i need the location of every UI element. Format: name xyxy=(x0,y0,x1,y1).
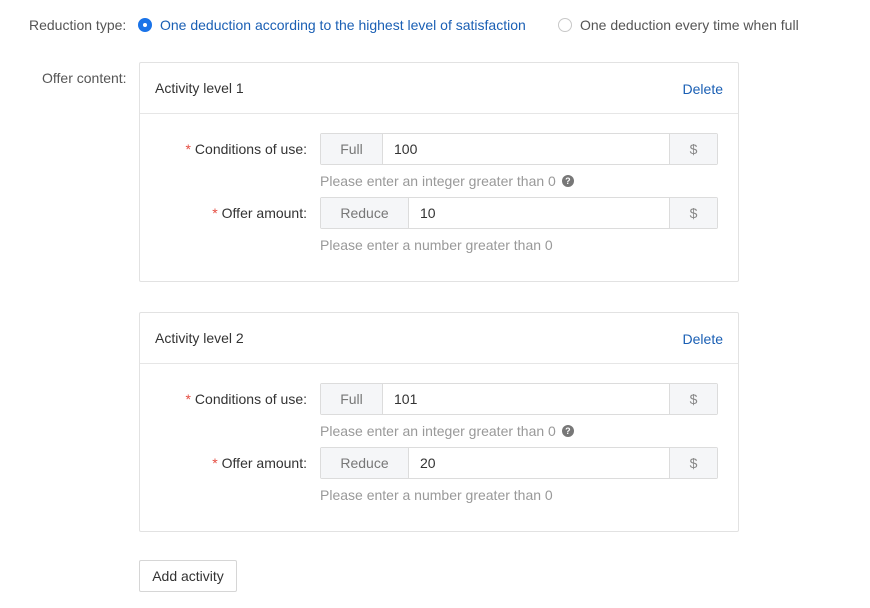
offer-amount-input-group: Reduce $ xyxy=(320,197,718,229)
conditions-of-use-input[interactable] xyxy=(383,134,669,164)
conditions-of-use-input[interactable] xyxy=(383,384,669,414)
conditions-of-use-input-group: Full $ xyxy=(320,133,718,165)
delete-level-button[interactable]: Delete xyxy=(683,331,723,347)
offer-amount-input-group: Reduce $ xyxy=(320,447,718,479)
offer-amount-hint: Please enter a number greater than 0 xyxy=(320,487,553,503)
dollar-suffix: $ xyxy=(669,448,717,478)
add-activity-button[interactable]: Add activity xyxy=(139,560,237,592)
radio-highest-level[interactable]: One deduction according to the highest l… xyxy=(138,17,526,33)
offer-amount-label: * Offer amount: xyxy=(212,205,307,221)
help-icon[interactable]: ? xyxy=(561,175,574,187)
required-mark: * xyxy=(185,141,191,157)
activity-level-header: Activity level 1 Delete xyxy=(140,63,738,114)
full-prefix: Full xyxy=(321,134,383,164)
help-icon[interactable]: ? xyxy=(561,425,574,437)
offer-amount-label: * Offer amount: xyxy=(212,455,307,471)
required-mark: * xyxy=(212,455,218,471)
reduce-prefix: Reduce xyxy=(321,448,409,478)
activity-level-card: Activity level 2 Delete * Conditions of u… xyxy=(139,312,739,532)
conditions-of-use-label: * Conditions of use: xyxy=(185,391,307,407)
full-prefix: Full xyxy=(321,384,383,414)
radio-every-time-full-label: One deduction every time when full xyxy=(580,17,799,33)
radio-unchecked-icon[interactable] xyxy=(558,18,572,32)
radio-highest-level-label: One deduction according to the highest l… xyxy=(160,17,526,33)
activity-level-header: Activity level 2 Delete xyxy=(140,313,738,364)
reduce-prefix: Reduce xyxy=(321,198,409,228)
dollar-suffix: $ xyxy=(669,198,717,228)
activity-level-title: Activity level 1 xyxy=(155,80,244,96)
offer-amount-input[interactable] xyxy=(409,198,669,228)
conditions-of-use-label: * Conditions of use: xyxy=(185,141,307,157)
delete-level-button[interactable]: Delete xyxy=(683,81,723,97)
activity-level-title: Activity level 2 xyxy=(155,330,244,346)
reduction-type-label: Reduction type: xyxy=(29,17,127,33)
dollar-suffix: $ xyxy=(669,134,717,164)
conditions-hint: Please enter an integer greater than 0? xyxy=(320,173,574,189)
required-mark: * xyxy=(185,391,191,407)
offer-content-label: Offer content: xyxy=(42,70,127,86)
activity-level-card: Activity level 1 Delete * Conditions of u… xyxy=(139,62,739,282)
offer-amount-input[interactable] xyxy=(409,448,669,478)
conditions-hint: Please enter an integer greater than 0? xyxy=(320,423,574,439)
radio-checked-icon[interactable] xyxy=(138,18,152,32)
required-mark: * xyxy=(212,205,218,221)
offer-amount-hint: Please enter a number greater than 0 xyxy=(320,237,553,253)
radio-every-time-full[interactable]: One deduction every time when full xyxy=(558,17,799,33)
conditions-of-use-input-group: Full $ xyxy=(320,383,718,415)
dollar-suffix: $ xyxy=(669,384,717,414)
